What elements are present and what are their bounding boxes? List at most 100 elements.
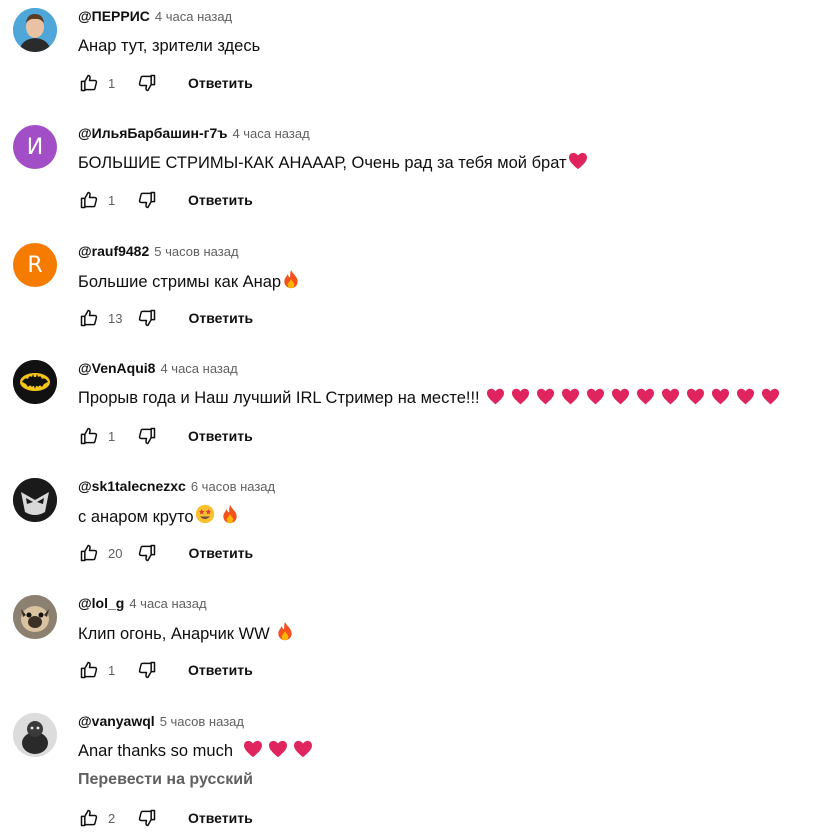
author-name[interactable]: @rauf9482 <box>78 243 149 259</box>
comment-actions: 2 Ответить <box>78 806 253 830</box>
timestamp[interactable]: 4 часа назад <box>129 596 206 611</box>
timestamp[interactable]: 4 часа назад <box>232 126 309 141</box>
thumbs-up-icon <box>80 309 98 327</box>
reply-button[interactable]: Ответить <box>188 810 253 826</box>
thumbs-up-icon <box>80 661 98 679</box>
avatar[interactable] <box>13 713 57 757</box>
reply-button[interactable]: Ответить <box>188 428 253 444</box>
timestamp[interactable]: 6 часов назад <box>191 479 275 494</box>
heart-icon-group <box>233 740 313 760</box>
like-count: 1 <box>108 428 116 444</box>
author-name[interactable]: @vanyawql <box>78 713 155 729</box>
heart-icon <box>686 388 705 412</box>
author-name[interactable]: @VenAqui8 <box>78 360 155 376</box>
reply-button[interactable]: Ответить <box>188 662 253 678</box>
author-name[interactable]: @ИльяБарбашин-г7ъ <box>78 125 227 141</box>
heart-icon <box>561 388 580 412</box>
avatar[interactable]: И <box>13 125 57 169</box>
like-button[interactable] <box>78 307 100 329</box>
reply-button[interactable]: Ответить <box>188 545 253 561</box>
like-count: 20 <box>108 545 123 561</box>
avatar[interactable]: R <box>13 243 57 287</box>
heart-icon <box>268 740 288 765</box>
dislike-button[interactable] <box>136 542 158 564</box>
author-name[interactable]: @ПЕРРИС <box>78 8 150 24</box>
heart-icon <box>293 740 313 765</box>
comment-text: Клип огонь, Анарчик WW <box>78 621 294 648</box>
avatar[interactable] <box>13 595 57 639</box>
timestamp[interactable]: 5 часов назад <box>160 714 244 729</box>
fire-icon <box>276 621 294 648</box>
avatar[interactable] <box>13 360 57 404</box>
thumbs-up-icon <box>80 427 98 445</box>
author-name[interactable]: @sk1talecnezxc <box>78 478 186 494</box>
comment-actions: 1 Ответить <box>78 424 253 448</box>
timestamp[interactable]: 4 часа назад <box>160 361 237 376</box>
fire-icon <box>282 269 300 296</box>
like-button[interactable] <box>78 189 100 211</box>
heart-icon <box>636 388 655 412</box>
thumbs-down-icon <box>139 309 156 327</box>
comment-text: Прорыв года и Наш лучший IRL Стример на … <box>78 386 780 412</box>
like-button[interactable] <box>78 425 100 447</box>
comment-text: Анар тут, зрители здесь <box>78 34 260 58</box>
heart-icon <box>761 388 780 412</box>
like-button[interactable] <box>78 659 100 681</box>
translate-link[interactable]: Перевести на русский <box>78 771 253 789</box>
comment-text: БОЛЬШИЕ СТРИМЫ-КАК АНАААР, Очень рад за … <box>78 151 588 177</box>
thumbs-up-icon <box>80 544 98 562</box>
comment-text-content: Анар тут, зрители здесь <box>78 37 261 55</box>
timestamp[interactable]: 4 часа назад <box>155 9 232 24</box>
heart-icon <box>711 388 730 412</box>
thumbs-up-icon <box>80 74 98 92</box>
thumbs-up-icon <box>80 191 98 209</box>
reply-button[interactable]: Ответить <box>188 310 253 326</box>
comment-text: Большие стримы как Анар <box>78 269 300 296</box>
reply-button[interactable]: Ответить <box>188 75 253 91</box>
heart-icon <box>243 740 263 765</box>
thumbs-down-icon <box>138 427 156 445</box>
comment-actions: 13 Ответить <box>78 306 253 330</box>
comment-header: @VenAqui8 4 часа назад <box>78 360 238 380</box>
thumbs-down-icon <box>139 544 156 562</box>
like-button[interactable] <box>78 72 100 94</box>
comment-header: @sk1talecnezxc 6 часов назад <box>78 478 275 498</box>
batman-logo-icon <box>13 360 57 404</box>
heart-icon <box>611 388 630 412</box>
dislike-button[interactable] <box>136 189 158 211</box>
comment-actions: 1 Ответить <box>78 71 253 95</box>
like-count: 13 <box>108 310 123 326</box>
comment-actions: 20 Ответить <box>78 541 253 565</box>
author-name[interactable]: @lol_g <box>78 595 124 611</box>
avatar[interactable] <box>13 478 57 522</box>
timestamp[interactable]: 5 часов назад <box>154 244 238 259</box>
avatar-letter: R <box>27 252 43 278</box>
dislike-button[interactable] <box>136 307 158 329</box>
masked-figure-icon <box>13 478 57 522</box>
pug-photo-icon <box>13 595 57 639</box>
avatar-photo-icon <box>13 8 57 52</box>
dislike-button[interactable] <box>136 72 158 94</box>
like-count: 2 <box>108 810 116 826</box>
like-button[interactable] <box>78 807 100 829</box>
dislike-button[interactable] <box>136 659 158 681</box>
like-button[interactable] <box>78 542 100 564</box>
comment-text-content: Прорыв года и Наш лучший IRL Стример на … <box>78 389 480 407</box>
dog-photo-icon <box>13 713 57 757</box>
dislike-button[interactable] <box>136 807 158 829</box>
heart-icon <box>536 388 555 412</box>
avatar[interactable] <box>13 8 57 52</box>
dislike-button[interactable] <box>136 425 158 447</box>
comment-header: @lol_g 4 часа назад <box>78 595 207 615</box>
fire-icon <box>221 504 239 531</box>
heart-icon <box>661 388 680 412</box>
thumbs-down-icon <box>138 191 156 209</box>
thumbs-up-icon <box>80 809 98 827</box>
comment-text: с анаром круто <box>78 504 239 531</box>
comment-header: @vanyawql 5 часов назад <box>78 713 244 733</box>
thumbs-down-icon <box>138 74 156 92</box>
heart-icon <box>568 152 588 177</box>
comment-actions: 1 Ответить <box>78 658 253 682</box>
reply-button[interactable]: Ответить <box>188 192 253 208</box>
like-count: 1 <box>108 192 116 208</box>
